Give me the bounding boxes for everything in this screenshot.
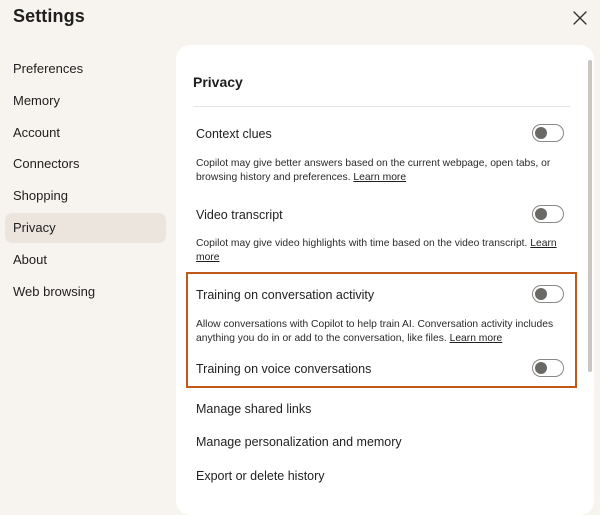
- training-conversation-learn-more-link[interactable]: Learn more: [450, 333, 503, 344]
- sidebar-item-label: Privacy: [13, 219, 56, 235]
- sidebar-item-label: Account: [13, 124, 60, 140]
- sidebar-item-memory[interactable]: Memory: [5, 86, 166, 116]
- toggle-knob: [535, 207, 547, 220]
- sidebar-item-label: Shopping: [13, 188, 68, 204]
- toggle-knob: [535, 287, 547, 300]
- training-conversation-description: Allow conversations with Copilot to help…: [196, 318, 568, 345]
- sidebar-item-web-browsing[interactable]: Web browsing: [5, 277, 166, 307]
- divider: [193, 106, 570, 107]
- manage-personalization-memory[interactable]: Manage personalization and memory: [196, 435, 402, 449]
- video-transcript-label: Video transcript: [196, 208, 283, 222]
- description-text: Copilot may give video highlights with t…: [196, 238, 528, 249]
- sidebar-item-shopping[interactable]: Shopping: [5, 181, 166, 211]
- training-conversation-label: Training on conversation activity: [196, 288, 375, 302]
- sidebar-item-label: Preferences: [13, 61, 84, 76]
- export-delete-history[interactable]: Export or delete history: [196, 469, 325, 483]
- sidebar-item-preferences[interactable]: Preferences: [5, 54, 166, 84]
- page-title: Settings: [13, 6, 85, 26]
- toggle-knob: [535, 126, 547, 139]
- toggle-knob: [535, 361, 547, 374]
- context-clues-description: Copilot may give better answers based on…: [196, 157, 568, 184]
- section-title: Privacy: [193, 74, 243, 90]
- context-clues-toggle[interactable]: [532, 124, 564, 142]
- sidebar-item-connectors[interactable]: Connectors: [5, 149, 166, 179]
- scrollbar[interactable]: [588, 60, 592, 372]
- sidebar-item-about[interactable]: About: [5, 245, 166, 275]
- sidebar-item-label: Connectors: [13, 156, 80, 172]
- sidebar-item-account[interactable]: Account: [5, 118, 166, 148]
- close-button[interactable]: [570, 8, 590, 28]
- sidebar-item-label: Memory: [13, 92, 60, 108]
- training-conversation-toggle[interactable]: [532, 285, 564, 303]
- sidebar-item-label: About: [13, 251, 47, 267]
- manage-shared-links[interactable]: Manage shared links: [196, 402, 311, 416]
- video-transcript-toggle[interactable]: [532, 205, 564, 223]
- sidebar-item-privacy[interactable]: Privacy: [5, 212, 166, 243]
- close-icon: [573, 11, 587, 25]
- context-clues-learn-more-link[interactable]: Learn more: [353, 172, 406, 183]
- context-clues-label: Context clues: [196, 127, 272, 141]
- training-voice-label: Training on voice conversations: [196, 362, 372, 376]
- sidebar: Preferences Memory Account Connectors Sh…: [5, 54, 166, 308]
- training-voice-toggle[interactable]: [532, 359, 564, 377]
- privacy-panel: Privacy Context clues Copilot may give b…: [176, 45, 594, 515]
- video-transcript-description: Copilot may give video highlights with t…: [196, 237, 568, 264]
- sidebar-item-label: Web browsing: [13, 283, 96, 299]
